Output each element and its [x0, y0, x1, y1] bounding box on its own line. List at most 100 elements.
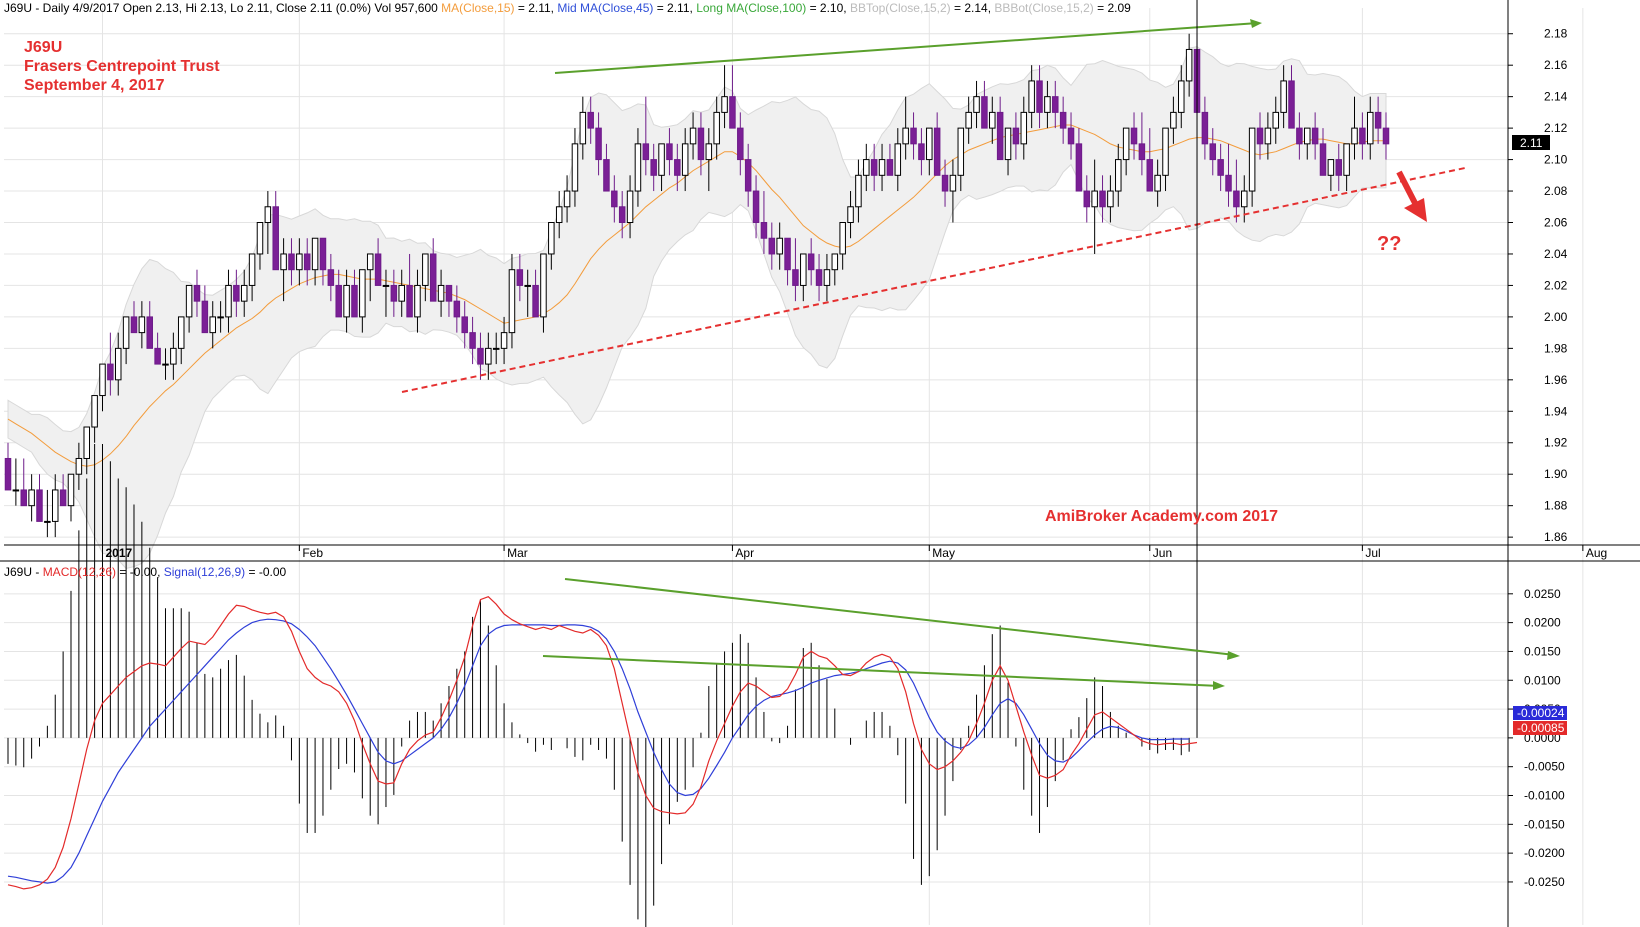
candle [429, 238, 437, 302]
chart-title-name: Frasers Centrepoint Trust [24, 58, 220, 75]
candle-body-down [406, 284, 413, 318]
candle [12, 458, 20, 506]
candle-body-down [1075, 143, 1083, 192]
candle-body-down [1130, 127, 1138, 145]
candle-body-down [477, 347, 484, 365]
candle-body-down [1012, 127, 1020, 145]
candle-body-up [437, 284, 445, 302]
candle [201, 285, 209, 334]
candle-body-up [1343, 143, 1350, 176]
candle [981, 80, 988, 129]
candle-body-up [99, 363, 106, 397]
candle [20, 458, 28, 507]
candle-body-up [1122, 127, 1130, 161]
macd-header-segment-3: Signal(12,26,9) [164, 565, 245, 579]
month-label: Jun [1153, 546, 1172, 560]
stock-chart: 1.86 1.88 1.90 1.92 1.94 1.96 1.98 2.00 2.02 2.04… [0, 0, 1640, 927]
candle-body-up [973, 96, 980, 113]
price-tick-label: 2.02 [1544, 278, 1568, 292]
candle-body-up [280, 253, 287, 271]
price-tick-label: 2.10 [1544, 153, 1568, 167]
candle-body-up [91, 395, 98, 428]
question-marks: ?? [1377, 233, 1401, 255]
candle-body-up [508, 269, 516, 334]
price-tick-label: 1.94 [1544, 404, 1568, 418]
candle-body-down [744, 159, 752, 192]
macd-header-segment-0: J69U - [4, 565, 43, 579]
macd-line [7, 596, 1198, 890]
candle-body-down [1382, 127, 1390, 145]
candle-body-down [1036, 80, 1043, 113]
candle-body-up [1351, 127, 1358, 145]
price-panel-header: J69U - Daily 4/9/2017 Open 2.13, Hi 2.13… [4, 1, 1131, 15]
candle-body-up [256, 222, 264, 255]
candle-body-down [1201, 111, 1209, 145]
header-segment-9: BBBot(Close,15,2) [994, 1, 1093, 15]
price-tick-label: 2.18 [1544, 27, 1568, 41]
candle-body-up [1241, 190, 1248, 208]
candle-body-up [634, 143, 642, 192]
bollinger-band-area [7, 46, 1387, 570]
candle-body-up [831, 253, 839, 271]
candle-body-up [398, 284, 405, 302]
candle-body-down [1225, 174, 1232, 192]
candle-body-up [217, 316, 224, 319]
price-tick-label: 1.86 [1544, 530, 1568, 544]
candle-body-up [1154, 174, 1161, 192]
svg-text:-0.00024: -0.00024 [1517, 706, 1565, 720]
candle-body-up [485, 347, 492, 365]
candle-body-up [492, 347, 500, 350]
candle-body-up [713, 111, 720, 145]
macd-lower-arrowhead [1213, 681, 1225, 690]
macd-tick-label: -0.0250 [1524, 875, 1565, 889]
candle-body-up [571, 143, 579, 192]
price-tick-label: 2.14 [1544, 90, 1568, 104]
candle-body-down [272, 206, 279, 271]
candle-body-up [1115, 159, 1122, 192]
macd-header-segment-2: = -0.00, [116, 565, 164, 579]
candle [28, 474, 35, 522]
macd-tick-label: -0.0200 [1524, 846, 1565, 860]
candle-body-up [225, 284, 232, 318]
candle-body-up [177, 316, 185, 349]
candle-body-up [1028, 80, 1035, 113]
candle [67, 473, 75, 522]
candle-body-up [44, 520, 51, 523]
macd-tick-label: -0.0150 [1524, 817, 1565, 831]
candle-body-up [311, 237, 319, 271]
candle-body-down [910, 127, 917, 145]
candle-body-up [847, 206, 854, 224]
candle-body-down [1359, 127, 1366, 145]
candle-body-down [1311, 127, 1319, 145]
candle [729, 65, 736, 129]
candle-body-down [154, 347, 161, 365]
candle-body-up [28, 489, 35, 507]
candle-body-up [51, 489, 59, 522]
price-tick-label: 2.16 [1544, 58, 1568, 72]
candle-body-down [1052, 96, 1059, 113]
candle-body-up [705, 143, 713, 161]
header-segment-8: = 2.14, [951, 1, 995, 15]
candle-body-up [414, 284, 421, 318]
candle-body-up [689, 127, 697, 145]
macd-tick-label: 0.0150 [1524, 644, 1561, 658]
candle-body-down [737, 127, 744, 161]
header-segment-5: Long MA(Close,100) [696, 1, 806, 15]
candle-body-down [611, 190, 618, 208]
month-label: Feb [302, 546, 323, 560]
macd-tick-label: -0.0100 [1524, 789, 1565, 803]
candle-body-up [248, 253, 256, 286]
header-segment-4: = 2.11, [653, 1, 696, 15]
candle-body-up [422, 253, 429, 286]
candle-body-down [666, 143, 673, 161]
price-tick-label: 2.04 [1544, 247, 1568, 261]
candle-body-up [500, 332, 508, 349]
candle-body-up [878, 159, 886, 176]
candle-body-down [201, 300, 209, 334]
upper-trend-arrowhead [1250, 19, 1262, 28]
candle-body-up [721, 96, 728, 113]
candle-body-down [20, 489, 28, 507]
macd-tick-label: 0.0250 [1524, 587, 1561, 601]
candle-body-up [555, 206, 563, 224]
candle [36, 474, 43, 522]
